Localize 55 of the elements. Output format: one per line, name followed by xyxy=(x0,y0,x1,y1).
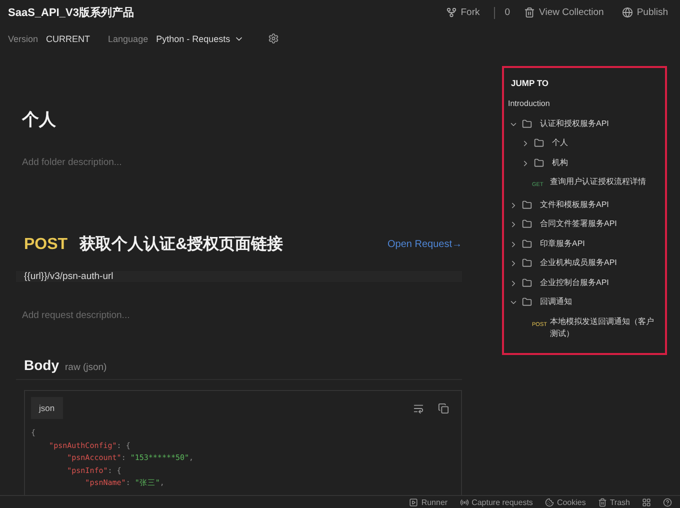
tree-item-label[interactable]: 文件和模板服务API xyxy=(540,198,609,210)
tree-item-label[interactable]: 机构 xyxy=(552,156,568,168)
version-value: CURRENT xyxy=(46,34,90,44)
tree-item-label[interactable]: 回调通知 xyxy=(540,296,572,308)
folder-icon xyxy=(522,297,532,307)
bin-icon xyxy=(598,498,607,506)
folder-icon xyxy=(534,158,544,168)
folder-icon xyxy=(534,138,544,148)
status-bar-item[interactable]: Cookies xyxy=(544,498,586,506)
broadcast-icon xyxy=(460,498,469,506)
tree-item-label[interactable]: 企业机构成员服务API xyxy=(540,257,617,269)
tree-item-label[interactable]: 个人 xyxy=(552,137,568,149)
language-label: Language xyxy=(108,34,148,44)
language-tab[interactable]: json xyxy=(31,397,63,419)
collection-title: SaaS_API_V3版系列产品 xyxy=(8,6,134,20)
tree-item-label[interactable]: 印章服务API xyxy=(540,238,585,250)
cookie-icon xyxy=(544,498,554,506)
status-bar-item[interactable]: Trash xyxy=(598,498,630,506)
tree-item-label[interactable]: 本地模拟发送回调通知（客户测试） xyxy=(550,316,661,340)
layout-icon[interactable] xyxy=(642,498,651,506)
tree-item-label[interactable]: 认证和授权服务API xyxy=(540,118,609,130)
publish-button[interactable]: Publish xyxy=(618,7,672,18)
request-title: 获取个人认证&授权页面链接 xyxy=(80,234,284,255)
fork-count: 0 xyxy=(504,7,510,18)
body-title: Body xyxy=(24,357,59,373)
folder-icon xyxy=(522,118,532,128)
tree-item-label[interactable]: 合同文件签署服务API xyxy=(540,218,617,230)
folder-icon xyxy=(522,238,532,248)
folder-icon xyxy=(522,278,532,288)
tree-item-label[interactable]: 查询用户认证授权流程详情 xyxy=(550,176,646,188)
jump-to-title: JUMP TO xyxy=(511,78,550,88)
help-icon[interactable] xyxy=(663,498,672,506)
folder-title: 个人 xyxy=(22,109,57,131)
fork-icon xyxy=(446,7,457,18)
view-collection-button[interactable]: View Collection xyxy=(520,7,608,18)
bin-icon xyxy=(524,7,536,18)
request-url: {{url}}/v3/psn-auth-url xyxy=(16,271,462,282)
folder-icon xyxy=(522,219,532,229)
copy-icon[interactable] xyxy=(438,402,449,414)
folder-icon xyxy=(522,200,532,210)
version-label: Version xyxy=(8,34,38,44)
tree-item-label[interactable]: 企业控制台服务API xyxy=(540,276,609,288)
status-bar-item[interactable]: Runner xyxy=(409,498,448,506)
settings-icon[interactable] xyxy=(268,33,280,44)
globe-icon xyxy=(622,7,633,18)
request-method: POST xyxy=(24,236,68,254)
status-bar-item[interactable]: Capture requests xyxy=(460,498,533,506)
folder-icon xyxy=(522,258,532,268)
tree-item-label[interactable]: Introduction xyxy=(508,98,550,110)
body-mode: raw (json) xyxy=(65,362,107,373)
wrap-text-icon[interactable] xyxy=(413,402,424,414)
open-request-link[interactable]: Open Request→ xyxy=(388,239,462,250)
fork-button[interactable]: Fork xyxy=(442,7,484,18)
language-dropdown[interactable]: Python - Requests xyxy=(156,34,244,44)
play-icon xyxy=(409,498,418,506)
